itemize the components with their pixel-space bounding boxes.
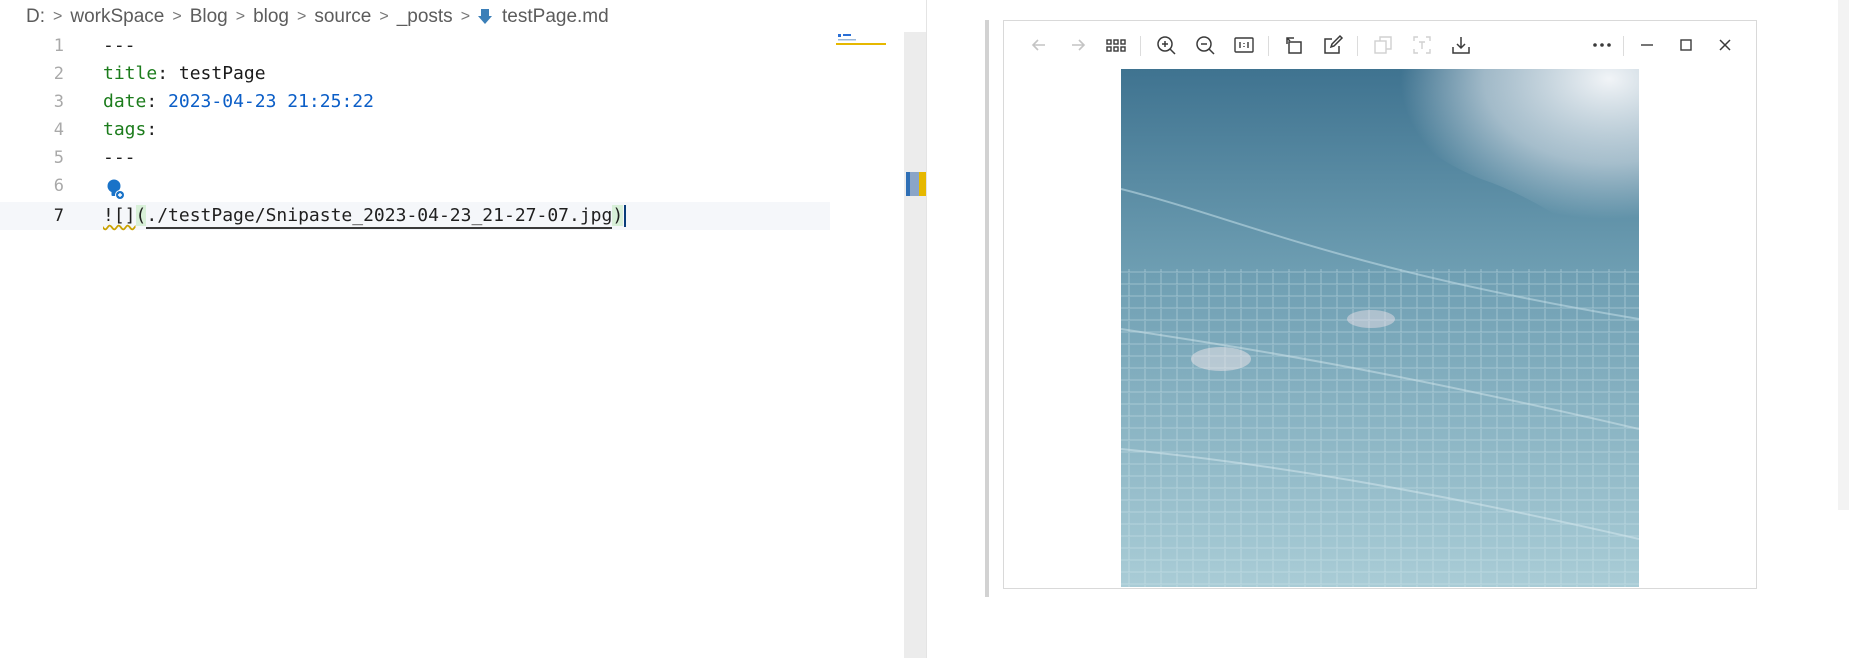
- edit-icon[interactable]: [1318, 30, 1348, 60]
- open-paren: (: [135, 205, 147, 226]
- line-number: 1: [53, 36, 64, 56]
- yaml-colon: :: [146, 91, 169, 112]
- more-icon[interactable]: [1587, 30, 1617, 60]
- breadcrumb-drive[interactable]: D:: [26, 6, 45, 28]
- line-text: tags:: [103, 116, 157, 144]
- toolbar-separator: [1623, 36, 1624, 56]
- editor-line[interactable]: 1 ---: [0, 32, 830, 60]
- code-editor[interactable]: 1 --- 2 title: testPage 3 date: 2023-04-…: [0, 32, 904, 658]
- yaml-colon: :: [146, 119, 158, 140]
- editor-line[interactable]: 4 tags:: [0, 116, 830, 144]
- zoom-in-icon[interactable]: [1151, 30, 1181, 60]
- maximize-icon[interactable]: [1671, 30, 1701, 60]
- copy-icon[interactable]: [1368, 30, 1398, 60]
- editor-scrollbar[interactable]: [904, 32, 926, 658]
- toolbar-separator: [1268, 36, 1269, 56]
- image-path-link[interactable]: ./testPage/Snipaste_2023-04-23_21-27-07.…: [146, 205, 613, 229]
- text-cursor: [624, 205, 627, 227]
- line-number: 3: [53, 92, 64, 112]
- forward-icon[interactable]: [1063, 30, 1093, 60]
- close-icon[interactable]: [1710, 30, 1740, 60]
- breadcrumb-posts[interactable]: _posts: [397, 6, 453, 28]
- line-number: 7: [53, 206, 64, 226]
- breadcrumb-file[interactable]: testPage.md: [502, 6, 609, 28]
- viewer-rail: [985, 20, 989, 597]
- toolbar-separator: [1140, 36, 1141, 56]
- minimize-icon[interactable]: [1632, 30, 1662, 60]
- editor-line[interactable]: 3 date: 2023-04-23 21:25:22: [0, 88, 830, 116]
- breadcrumb-blog-upper[interactable]: Blog: [190, 6, 228, 28]
- chevron-right-icon: >: [296, 8, 307, 25]
- line-number: 5: [53, 148, 64, 168]
- editor-line[interactable]: 2 title: testPage: [0, 60, 830, 88]
- line-text: title: testPage: [103, 60, 266, 88]
- pane-divider[interactable]: [926, 0, 927, 658]
- minimap[interactable]: [836, 32, 886, 46]
- yaml-key: title: [103, 63, 158, 84]
- rotate-icon[interactable]: [1279, 30, 1309, 60]
- preview-image: [1121, 69, 1639, 587]
- line-text: ---: [103, 35, 136, 56]
- editor-line[interactable]: 5 ---: [0, 144, 830, 172]
- zoom-out-icon[interactable]: [1190, 30, 1220, 60]
- chevron-right-icon: >: [53, 8, 63, 25]
- breadcrumb-workspace[interactable]: workSpace: [70, 6, 164, 28]
- line-number: 4: [53, 120, 64, 140]
- yaml-colon: :: [157, 63, 179, 84]
- markdown-file-icon: [478, 8, 493, 26]
- toolbar-separator: [1357, 36, 1358, 56]
- image-viewer-window[interactable]: [1003, 20, 1757, 589]
- line-number: 6: [53, 176, 64, 196]
- breadcrumb: D: > workSpace > Blog > blog > source > _post…: [26, 4, 609, 30]
- markdown-image-prefix: ![]: [103, 205, 136, 226]
- scrollbar-marker: [906, 172, 926, 196]
- yaml-key: tags: [103, 119, 147, 140]
- line-text: ---: [103, 147, 136, 168]
- page-scrollbar[interactable]: [1838, 0, 1849, 510]
- viewer-toolbar: [1004, 21, 1756, 69]
- grid-icon[interactable]: [1101, 30, 1131, 60]
- actual-size-icon[interactable]: [1229, 30, 1259, 60]
- line-text: ![](./testPage/Snipaste_2023-04-23_21-27…: [103, 202, 627, 230]
- download-icon[interactable]: [1446, 30, 1476, 60]
- chevron-right-icon: >: [460, 8, 471, 25]
- breadcrumb-blog[interactable]: blog: [253, 6, 289, 28]
- close-paren: ): [612, 205, 624, 226]
- back-icon[interactable]: [1024, 30, 1054, 60]
- chevron-right-icon: >: [379, 8, 389, 25]
- yaml-value: testPage: [178, 63, 266, 84]
- lightbulb-icon[interactable]: [105, 178, 127, 207]
- line-text: date: 2023-04-23 21:25:22: [103, 88, 374, 116]
- yaml-key: date: [103, 91, 147, 112]
- chevron-right-icon: >: [172, 8, 182, 25]
- line-number: 2: [53, 64, 64, 84]
- yaml-value: 2023-04-23 21:25:22: [168, 91, 374, 112]
- ocr-icon[interactable]: [1407, 30, 1437, 60]
- chevron-right-icon: >: [235, 8, 246, 25]
- breadcrumb-source[interactable]: source: [314, 6, 371, 28]
